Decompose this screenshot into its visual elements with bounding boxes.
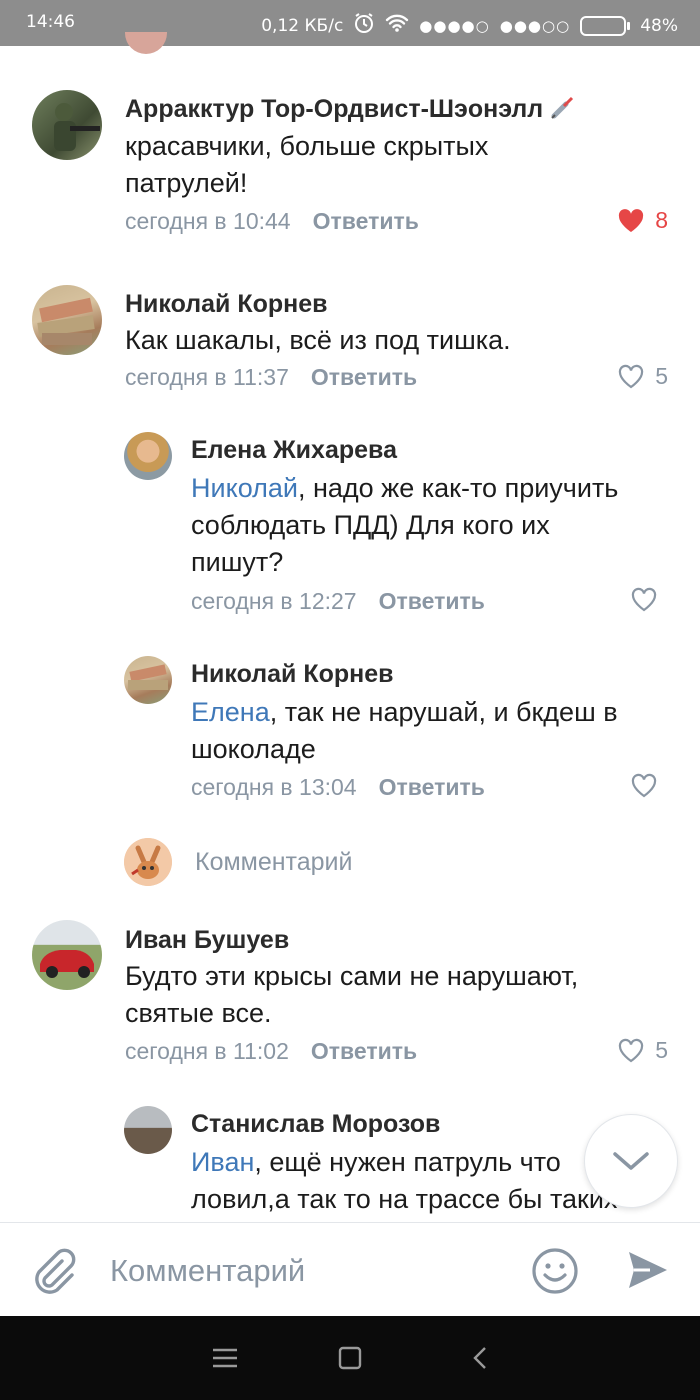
heart-outline-icon — [631, 773, 657, 798]
chevron-down-icon — [613, 1152, 649, 1170]
avatar[interactable] — [32, 90, 102, 160]
reply-button[interactable]: Ответить — [379, 774, 485, 800]
avatar[interactable] — [32, 285, 102, 355]
send-icon[interactable] — [626, 1249, 670, 1295]
comment-meta: сегодня в 13:04 Ответить — [191, 774, 485, 801]
comment-author[interactable]: Арракктур Тор-Ордвист-Шэонэлл — [125, 95, 578, 124]
comment-author[interactable]: Николай Корнев — [125, 290, 328, 319]
avatar[interactable] — [124, 656, 172, 704]
scroll-down-button[interactable] — [584, 1114, 678, 1208]
signal-icon: ●●●●○ — [419, 16, 490, 35]
smiley-icon[interactable] — [531, 1247, 579, 1299]
like-button[interactable]: 5 — [617, 363, 668, 390]
system-nav-bar — [0, 1316, 700, 1400]
status-bar: 14:46 0,12 КБ/с ●●●●○ ●●●○○ 48% — [0, 0, 700, 46]
like-button[interactable] — [630, 587, 668, 613]
avatar — [124, 838, 172, 886]
comment-author[interactable]: Николай Корнев — [191, 660, 394, 689]
avatar[interactable] — [124, 1106, 172, 1154]
comment-time: сегодня в 13:04 — [191, 774, 357, 800]
network-speed: 0,12 КБ/с — [261, 15, 344, 36]
like-button[interactable]: 5 — [617, 1037, 668, 1064]
comment-text: Николай, надо же как-то приучить соблюда… — [191, 473, 619, 577]
heart-outline-icon — [619, 1038, 644, 1062]
comment-time: сегодня в 10:44 — [125, 208, 291, 234]
mention-link[interactable]: Елена — [191, 697, 270, 727]
comment-time: сегодня в 11:37 — [125, 364, 289, 390]
comment-author[interactable]: Станислав Морозов — [191, 1110, 440, 1139]
back-icon[interactable] — [470, 1346, 490, 1374]
like-count: 5 — [655, 363, 668, 389]
comment-meta: сегодня в 11:37 Ответить — [125, 364, 417, 391]
signal-icon-2: ●●●○○ — [499, 16, 571, 35]
comment-composer: Комментарий — [0, 1222, 700, 1316]
alarm-icon — [353, 12, 375, 39]
comment-text: красавчики, больше скрытых патрулей! — [125, 131, 489, 198]
like-count: 8 — [655, 207, 668, 233]
comment-meta: сегодня в 10:44 Ответить — [125, 208, 419, 235]
status-indicators: 0,12 КБ/с ●●●●○ ●●●○○ 48% — [261, 12, 678, 39]
avatar[interactable] — [124, 432, 172, 480]
menu-icon[interactable] — [211, 1346, 239, 1374]
like-button[interactable]: 8 — [617, 207, 668, 234]
home-icon[interactable] — [338, 1346, 362, 1374]
status-time: 14:46 — [26, 12, 75, 32]
reply-button[interactable]: Ответить — [313, 208, 419, 234]
reply-button[interactable]: Ответить — [379, 588, 485, 614]
mention-link[interactable]: Иван — [191, 1147, 254, 1177]
paperclip-icon[interactable] — [30, 1247, 78, 1301]
inline-reply-placeholder[interactable]: Комментарий — [195, 848, 352, 877]
avatar[interactable] — [125, 32, 167, 54]
mention-link[interactable]: Николай — [191, 473, 298, 503]
avatar[interactable] — [32, 920, 102, 990]
wifi-icon — [385, 13, 409, 38]
comment-text: Иван, ещё нужен патруль что ловил,а так … — [191, 1147, 618, 1214]
reply-button[interactable]: Ответить — [311, 364, 417, 390]
comment-text: Как шакалы, всё из под тишка. — [125, 325, 511, 355]
battery-icon — [580, 15, 631, 36]
syringe-icon — [550, 95, 578, 123]
comment-input[interactable]: Комментарий — [110, 1253, 305, 1289]
comment-text: Елена, так не нарушай, и бкдеш в шоколад… — [191, 697, 618, 764]
comment-author[interactable]: Иван Бушуев — [125, 926, 289, 955]
comment-text: Будто эти крысы сами не нарушают, святые… — [125, 961, 579, 1028]
heart-outline-icon — [619, 364, 644, 388]
battery-percent: 48% — [640, 15, 678, 36]
comment-time: сегодня в 11:02 — [125, 1038, 289, 1064]
like-button[interactable] — [630, 773, 668, 799]
heart-outline-icon — [631, 587, 657, 612]
heart-filled-icon — [619, 208, 644, 232]
reply-button[interactable]: Ответить — [311, 1038, 417, 1064]
comment-meta: сегодня в 12:27 Ответить — [191, 588, 485, 615]
like-count: 5 — [655, 1037, 668, 1063]
comment-time: сегодня в 12:27 — [191, 588, 357, 614]
comment-author[interactable]: Елена Жихарева — [191, 436, 397, 465]
comment-meta: сегодня в 11:02 Ответить — [125, 1038, 417, 1065]
